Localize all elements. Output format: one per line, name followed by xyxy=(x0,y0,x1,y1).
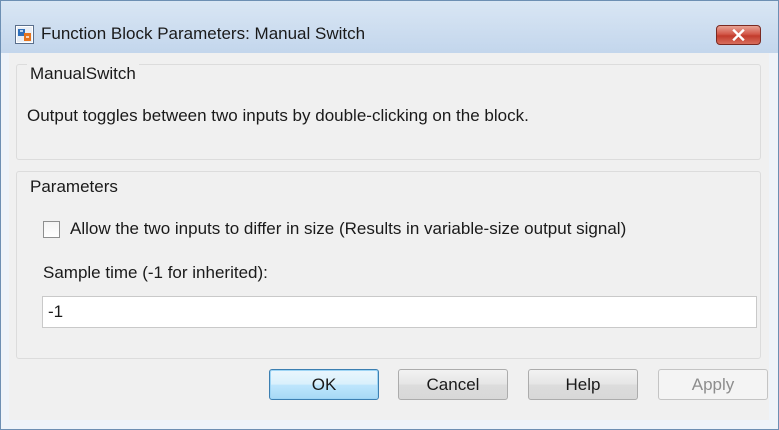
sample-time-input[interactable] xyxy=(42,296,757,328)
help-button[interactable]: Help xyxy=(528,369,638,400)
close-icon xyxy=(732,29,745,41)
description-group-title: ManualSwitch xyxy=(27,64,139,84)
apply-button[interactable]: Apply xyxy=(658,369,768,400)
dialog-window: Function Block Parameters: Manual Switch… xyxy=(0,0,779,430)
simulink-block-icon xyxy=(15,25,34,44)
cancel-button[interactable]: Cancel xyxy=(398,369,508,400)
block-description: Output toggles between two inputs by dou… xyxy=(27,106,529,125)
title-bar[interactable]: Function Block Parameters: Manual Switch xyxy=(1,1,778,53)
close-button[interactable] xyxy=(716,25,761,45)
sample-time-label: Sample time (-1 for inherited): xyxy=(43,263,268,282)
window-title: Function Block Parameters: Manual Switch xyxy=(41,24,366,43)
allow-differ-label[interactable]: Allow the two inputs to differ in size (… xyxy=(70,218,626,240)
allow-differ-checkbox[interactable] xyxy=(43,221,60,238)
ok-button[interactable]: OK xyxy=(269,369,379,400)
parameters-group-title: Parameters xyxy=(27,177,121,197)
